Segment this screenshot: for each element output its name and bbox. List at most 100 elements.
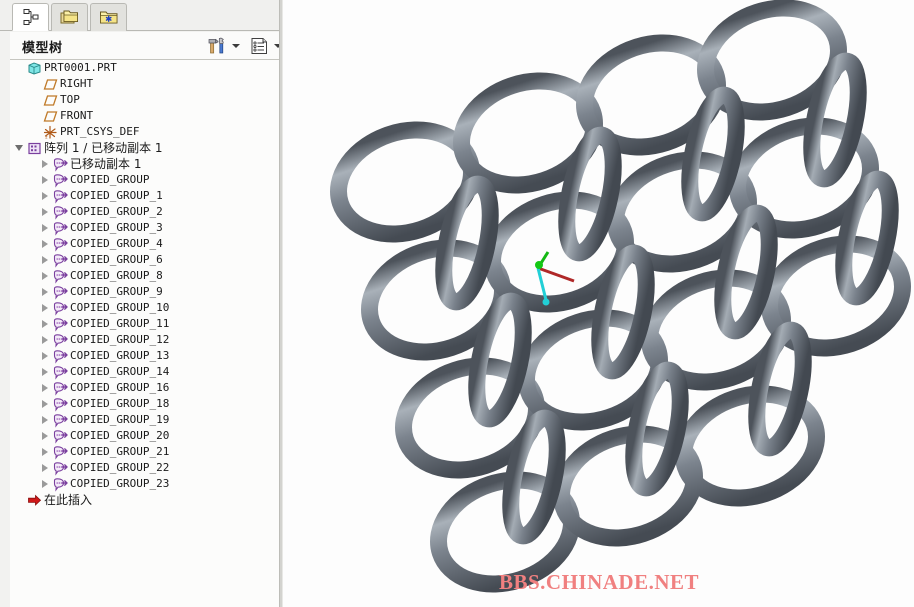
tree-row[interactable]: COPIED_GROUP_23 [10, 476, 279, 492]
chain-mail-model [330, 0, 911, 593]
group-icon-slot [52, 300, 68, 316]
tree-item-label: COPIED_GROUP_20 [70, 429, 170, 442]
expand-triangle-icon[interactable] [38, 380, 52, 396]
group-icon [53, 173, 68, 188]
group-icon-slot [52, 156, 68, 172]
tree-item-label: COPIED_GROUP_19 [70, 413, 170, 426]
tree-item-label: PRT_CSYS_DEF [60, 125, 140, 138]
tree-row[interactable]: COPIED_GROUP_1 [10, 188, 279, 204]
pattern-icon-slot [26, 140, 42, 156]
tree-item-label: COPIED_GROUP_3 [70, 221, 163, 234]
tree-row[interactable]: COPIED_GROUP_13 [10, 348, 279, 364]
tree-row[interactable]: COPIED_GROUP_18 [10, 396, 279, 412]
expand-triangle-icon[interactable] [38, 428, 52, 444]
svg-text:z: z [45, 135, 48, 140]
hammer-wrench-icon [208, 37, 224, 54]
group-icon-slot [52, 284, 68, 300]
tree-row[interactable]: 阵列 1 / 已移动副本 1 [10, 140, 279, 156]
tree-row[interactable]: COPIED_GROUP_22 [10, 460, 279, 476]
tree-row[interactable]: COPIED_GROUP [10, 172, 279, 188]
csys-icon: z [43, 125, 57, 140]
expand-triangle-icon[interactable] [38, 364, 52, 380]
tree-item-label: COPIED_GROUP_22 [70, 461, 170, 474]
group-icon [53, 269, 68, 284]
group-icon-slot [52, 364, 68, 380]
tree-row[interactable]: FRONT [10, 108, 279, 124]
expand-triangle-icon[interactable] [38, 236, 52, 252]
group-icon [53, 157, 68, 172]
graphics-viewport[interactable]: BBS.CHINADE.NET [284, 0, 914, 607]
collapse-triangle-icon[interactable] [12, 140, 26, 156]
folder-star-icon [99, 11, 117, 23]
panel-splitter[interactable] [279, 0, 283, 607]
expand-triangle-icon[interactable] [38, 332, 52, 348]
group-icon-slot [52, 444, 68, 460]
tree-display-button[interactable] [248, 36, 270, 56]
group-icon-slot [52, 204, 68, 220]
panel-tab-strip [0, 0, 279, 31]
tree-row[interactable]: COPIED_GROUP_6 [10, 252, 279, 268]
tree-settings-button[interactable] [206, 36, 228, 56]
tree-row[interactable]: COPIED_GROUP_19 [10, 412, 279, 428]
group-icon [53, 333, 68, 348]
group-icon-slot [52, 380, 68, 396]
panel-title-bar: 模型树 [10, 32, 282, 60]
expand-triangle-icon[interactable] [38, 460, 52, 476]
tree-row[interactable]: PRT0001.PRT [10, 60, 279, 76]
expand-triangle-icon[interactable] [38, 444, 52, 460]
tree-row[interactable]: RIGHT [10, 76, 279, 92]
group-icon-slot [52, 188, 68, 204]
tree-row[interactable]: 已移动副本 1 [10, 156, 279, 172]
model-tree-panel: 模型树 PRT0001.PRT RIGHT TOP FRONT z PRT_CS… [0, 0, 282, 607]
tree-settings-caret[interactable] [229, 36, 242, 56]
tree-row[interactable]: COPIED_GROUP_11 [10, 316, 279, 332]
expand-triangle-icon[interactable] [38, 204, 52, 220]
expand-triangle-icon[interactable] [38, 188, 52, 204]
tree-row[interactable]: COPIED_GROUP_2 [10, 204, 279, 220]
datum-plane-icon [43, 110, 57, 122]
expand-triangle-icon[interactable] [38, 300, 52, 316]
tree-row[interactable]: COPIED_GROUP_10 [10, 300, 279, 316]
group-icon [53, 189, 68, 204]
tree-item-label: COPIED_GROUP_10 [70, 301, 170, 314]
tree-row[interactable]: COPIED_GROUP_12 [10, 332, 279, 348]
tree-row[interactable]: z PRT_CSYS_DEF [10, 124, 279, 140]
expand-triangle-icon[interactable] [38, 476, 52, 492]
expand-triangle-icon[interactable] [38, 412, 52, 428]
tree-row[interactable]: 在此插入 [10, 492, 279, 508]
tree-item-label: COPIED_GROUP_6 [70, 253, 163, 266]
tree-item-label: 阵列 1 / 已移动副本 1 [44, 141, 163, 155]
expand-triangle-icon[interactable] [38, 220, 52, 236]
tree-row[interactable]: COPIED_GROUP_3 [10, 220, 279, 236]
tree-toggle-spacer [12, 60, 26, 76]
list-document-icon [251, 38, 267, 54]
group-icon [53, 317, 68, 332]
tree-row[interactable]: COPIED_GROUP_20 [10, 428, 279, 444]
group-icon [53, 461, 68, 476]
tree-item-label: COPIED_GROUP_13 [70, 349, 170, 362]
expand-triangle-icon[interactable] [38, 396, 52, 412]
part-cube-icon [28, 61, 40, 75]
model-tree-list[interactable]: PRT0001.PRT RIGHT TOP FRONT z PRT_CSYS_DEF 阵列 … [10, 60, 279, 607]
expand-triangle-icon[interactable] [38, 316, 52, 332]
expand-triangle-icon[interactable] [38, 284, 52, 300]
folder-browser-tab[interactable] [51, 3, 88, 31]
expand-triangle-icon[interactable] [38, 348, 52, 364]
favorites-folder-tab[interactable] [90, 3, 127, 31]
expand-triangle-icon[interactable] [38, 252, 52, 268]
expand-triangle-icon[interactable] [38, 172, 52, 188]
expand-triangle-icon[interactable] [38, 268, 52, 284]
tree-row[interactable]: COPIED_GROUP_14 [10, 364, 279, 380]
tree-row[interactable]: TOP [10, 92, 279, 108]
tree-row[interactable]: COPIED_GROUP_21 [10, 444, 279, 460]
tree-row[interactable]: COPIED_GROUP_4 [10, 236, 279, 252]
x-axis-line [537, 266, 575, 283]
group-icon-slot [52, 428, 68, 444]
tree-toggle-spacer [28, 76, 42, 92]
tree-row[interactable]: COPIED_GROUP_16 [10, 380, 279, 396]
tree-row[interactable]: COPIED_GROUP_8 [10, 268, 279, 284]
tree-row[interactable]: COPIED_GROUP_9 [10, 284, 279, 300]
model-tree-tab[interactable] [12, 3, 49, 31]
datum-plane-icon-slot [42, 76, 58, 92]
expand-triangle-icon[interactable] [38, 156, 52, 172]
